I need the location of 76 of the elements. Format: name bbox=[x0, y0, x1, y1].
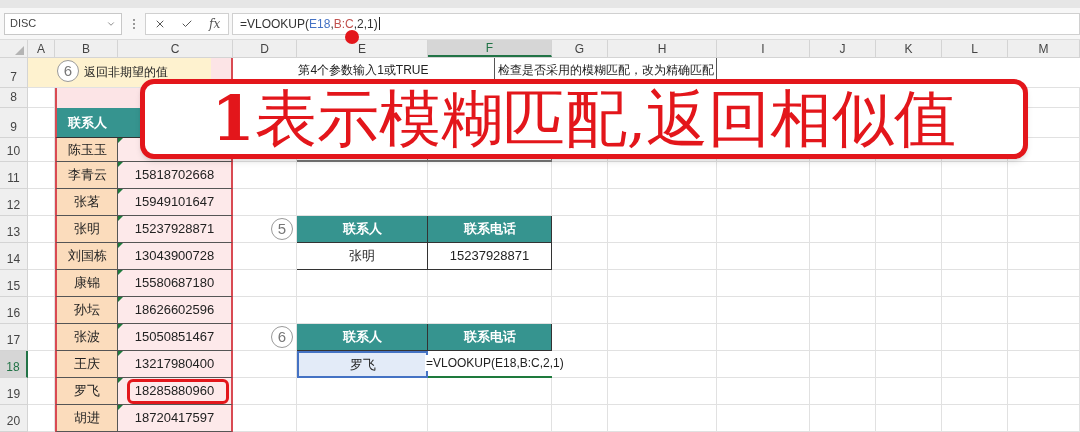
column-header[interactable]: F bbox=[428, 40, 552, 57]
error-indicator-icon bbox=[118, 270, 123, 275]
table-cell: 15237928871 bbox=[428, 243, 552, 270]
phone-number: 15949101647 bbox=[134, 193, 215, 212]
phone-number: 15237928871 bbox=[134, 220, 215, 239]
insert-function-button[interactable]: fx bbox=[209, 14, 221, 33]
phone-number: 18626602596 bbox=[134, 301, 215, 320]
error-indicator-icon bbox=[118, 324, 123, 329]
column-header[interactable]: B bbox=[55, 40, 118, 57]
row-header[interactable]: 8 bbox=[0, 88, 28, 108]
error-indicator-icon bbox=[118, 162, 123, 167]
hint-text: 检查是否采用的模糊匹配，改为精确匹配 bbox=[497, 62, 714, 79]
column-header[interactable]: H bbox=[608, 40, 717, 57]
column-header[interactable]: J bbox=[810, 40, 876, 57]
name-box[interactable]: DISC bbox=[4, 12, 122, 35]
phone-number: 13043900728 bbox=[134, 247, 215, 266]
name-cell: 陈玉玉 bbox=[55, 138, 118, 162]
column-header[interactable]: G bbox=[552, 40, 608, 57]
error-indicator-icon bbox=[118, 351, 123, 356]
column-header-cell: 联系电话 bbox=[428, 216, 552, 243]
name-cell: 罗飞 bbox=[55, 378, 118, 405]
phone-number: 13217980400 bbox=[134, 355, 215, 374]
column-header-cell: 联系人 bbox=[297, 216, 428, 243]
row-header[interactable]: 13 bbox=[0, 216, 28, 243]
column-header[interactable]: D bbox=[233, 40, 297, 57]
column-header[interactable]: C bbox=[118, 40, 233, 57]
formula-text: =VLOOKUP(E18,B:C,2,1) bbox=[425, 355, 564, 371]
phone-number: 15818702668 bbox=[134, 166, 215, 185]
error-indicator-icon bbox=[118, 378, 123, 383]
row-header[interactable]: 18 bbox=[0, 351, 28, 378]
table-cell: 张明 bbox=[297, 243, 428, 270]
column-header[interactable]: A bbox=[28, 40, 55, 57]
name-cell: 李青云 bbox=[55, 162, 118, 189]
name-cell: 张波 bbox=[55, 324, 118, 351]
name-cell: 张茗 bbox=[55, 189, 118, 216]
circled-number: 5 bbox=[271, 218, 293, 240]
column-header[interactable]: M bbox=[1008, 40, 1080, 57]
row-header[interactable]: 10 bbox=[0, 138, 28, 162]
row-header[interactable]: 7 bbox=[0, 58, 28, 88]
formula-field[interactable]: =VLOOKUP(E18,B:C,2,1) bbox=[232, 12, 1080, 35]
column-header[interactable]: K bbox=[876, 40, 942, 57]
row-header[interactable]: 20 bbox=[0, 405, 28, 432]
phone-number: 18285880960 bbox=[134, 382, 215, 401]
column-header[interactable]: L bbox=[942, 40, 1008, 57]
hint-text: 第4个参数输入1或TRUE bbox=[298, 62, 429, 79]
row-header[interactable]: 19 bbox=[0, 378, 28, 405]
column-header-cell: 联系电话 bbox=[428, 324, 552, 351]
phone-number: 15580687180 bbox=[134, 274, 215, 293]
row-header[interactable]: 15 bbox=[0, 270, 28, 297]
name-cell: 孙坛 bbox=[55, 297, 118, 324]
callout: 1表示模糊匹配,返回相似值 bbox=[140, 79, 1028, 159]
column-header-cell: 联系人 bbox=[297, 324, 428, 351]
error-indicator-icon bbox=[118, 138, 123, 143]
circled-number: 6 bbox=[271, 326, 293, 348]
row-header[interactable]: 17 bbox=[0, 324, 28, 351]
name-cell: 张明 bbox=[55, 216, 118, 243]
column-header[interactable]: I bbox=[717, 40, 810, 57]
error-indicator-icon bbox=[118, 216, 123, 221]
row-header[interactable]: 16 bbox=[0, 297, 28, 324]
name-cell: 刘国栋 bbox=[55, 243, 118, 270]
row-header[interactable]: 9 bbox=[0, 108, 28, 138]
error-indicator-icon bbox=[118, 297, 123, 302]
note-text: 返回非期望的值 bbox=[84, 64, 168, 81]
phone-number: 15050851467 bbox=[134, 328, 215, 347]
phone-number: 18720417597 bbox=[134, 409, 215, 428]
row-header[interactable]: 14 bbox=[0, 243, 28, 270]
error-indicator-icon bbox=[118, 189, 123, 194]
name-cell: 王庆 bbox=[55, 351, 118, 378]
error-indicator-icon bbox=[118, 405, 123, 410]
error-indicator-icon bbox=[118, 243, 123, 248]
column-header-cell: 联系人 bbox=[55, 108, 118, 138]
name-cell: 胡进 bbox=[55, 405, 118, 432]
row-header[interactable]: 12 bbox=[0, 189, 28, 216]
name-cell: 康锦 bbox=[55, 270, 118, 297]
circled-number: 6 bbox=[57, 60, 79, 82]
row-header[interactable]: 11 bbox=[0, 162, 28, 189]
